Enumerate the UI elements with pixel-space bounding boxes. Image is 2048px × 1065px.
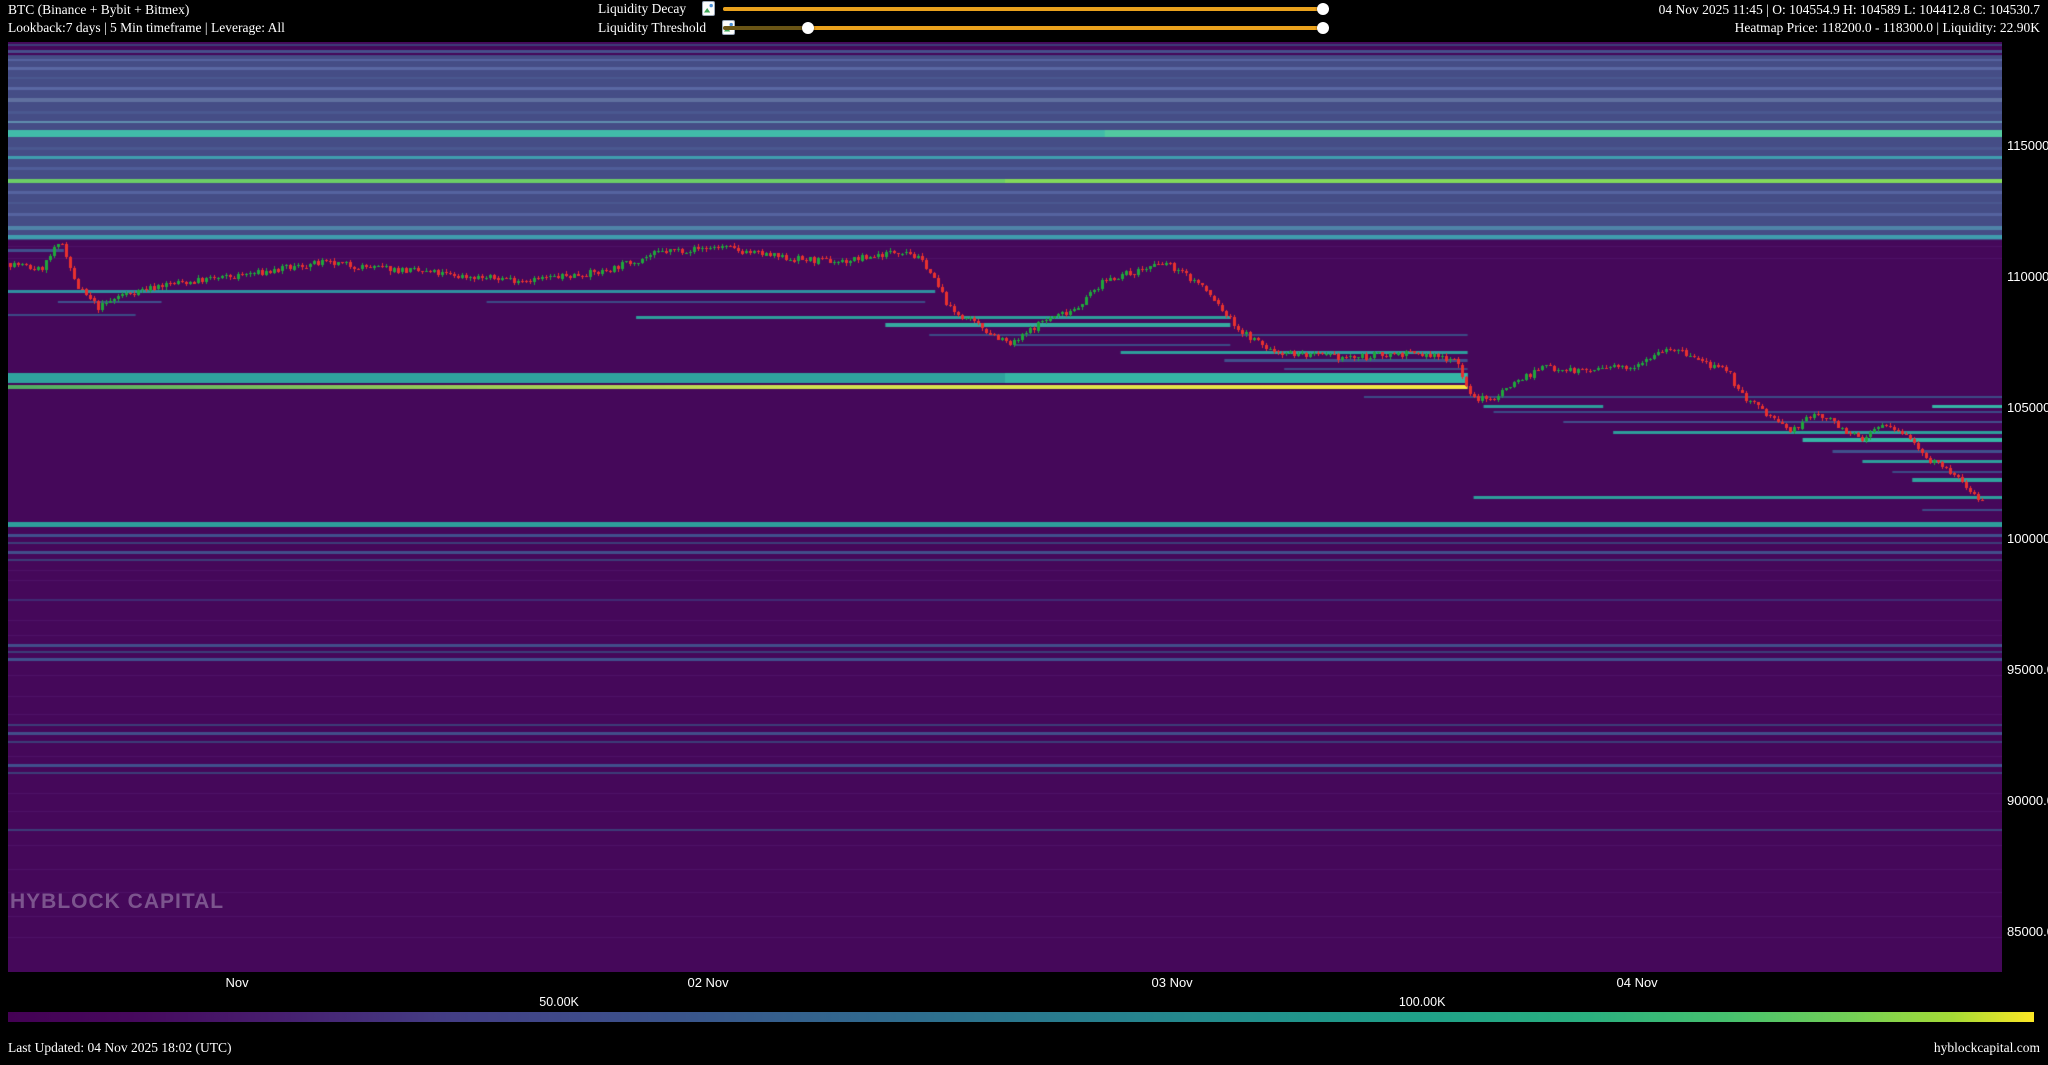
heatmap-chart-area[interactable]: HYBLOCK CAPITAL: [8, 42, 2002, 972]
date-axis-label: 04 Nov: [1616, 975, 1657, 990]
colorbar-tick-label: 100.00K: [1399, 995, 1446, 1009]
ohlc-info: 04 Nov 2025 11:45 | O: 104554.9 H: 10458…: [1659, 1, 2040, 37]
liquidity-colorbar: [8, 1012, 2034, 1022]
price-axis-label: 90000.0: [2007, 793, 2048, 808]
liquidity-decay-label: Liquidity Decay: [598, 1, 686, 17]
hyblock-watermark: HYBLOCK CAPITAL: [10, 890, 224, 914]
slider-handle[interactable]: [1317, 3, 1329, 15]
site-link[interactable]: hyblockcapital.com: [1934, 1040, 2040, 1056]
price-axis-label: 100000.0: [2007, 531, 2048, 546]
date-axis-label: 03 Nov: [1151, 975, 1192, 990]
price-axis-label: 105000.0: [2007, 400, 2048, 415]
slider-fill: [808, 26, 1323, 30]
liquidity-threshold-slider[interactable]: [723, 22, 1323, 34]
last-updated-text: Last Updated: 04 Nov 2025 18:02 (UTC): [8, 1040, 231, 1056]
symbol-info: BTC (Binance + Bybit + Bitmex) Lookback:…: [8, 1, 285, 37]
slider-fill: [723, 7, 1323, 11]
top-bar: BTC (Binance + Bybit + Bitmex) Lookback:…: [0, 0, 2048, 42]
price-axis: 115000.0 110000.0 105000.0 100000.0 95000.0 9…: [2002, 42, 2048, 972]
date-axis-label: 02 Nov: [687, 975, 728, 990]
colorbar-tick-labels: 50.00K 100.00K: [0, 995, 2048, 1009]
price-axis-label: 95000.0: [2007, 662, 2048, 677]
liquidity-decay-slider[interactable]: [723, 3, 1323, 15]
lookback-settings: Lookback:7 days | 5 Min timeframe | Leve…: [8, 19, 285, 37]
hyblock-liquidation-heatmap-app: BTC (Binance + Bybit + Bitmex) Lookback:…: [0, 0, 2048, 1065]
liquidity-heatmap-canvas[interactable]: [8, 42, 2002, 972]
symbol-title: BTC (Binance + Bybit + Bitmex): [8, 1, 285, 19]
price-axis-label: 115000.0: [2007, 138, 2048, 153]
price-axis-label: 110000.0: [2007, 269, 2048, 284]
date-axis: Nov 02 Nov 03 Nov 04 Nov: [0, 972, 2048, 996]
slider-handle-low[interactable]: [802, 22, 814, 34]
heatmap-price-readout: Heatmap Price: 118200.0 - 118300.0 | Liq…: [1659, 19, 2040, 37]
liquidity-decay-control: Liquidity Decay: [598, 0, 715, 17]
date-axis-label: Nov: [226, 975, 249, 990]
liquidity-threshold-control: Liquidity Threshold: [598, 19, 735, 36]
liquidity-threshold-label: Liquidity Threshold: [598, 20, 706, 36]
broken-image-icon[interactable]: [702, 1, 715, 16]
ohlc-readout: 04 Nov 2025 11:45 | O: 104554.9 H: 10458…: [1659, 1, 2040, 19]
price-axis-label: 85000.0: [2007, 924, 2048, 939]
slider-handle-high[interactable]: [1317, 22, 1329, 34]
colorbar-tick-label: 50.00K: [539, 995, 579, 1009]
